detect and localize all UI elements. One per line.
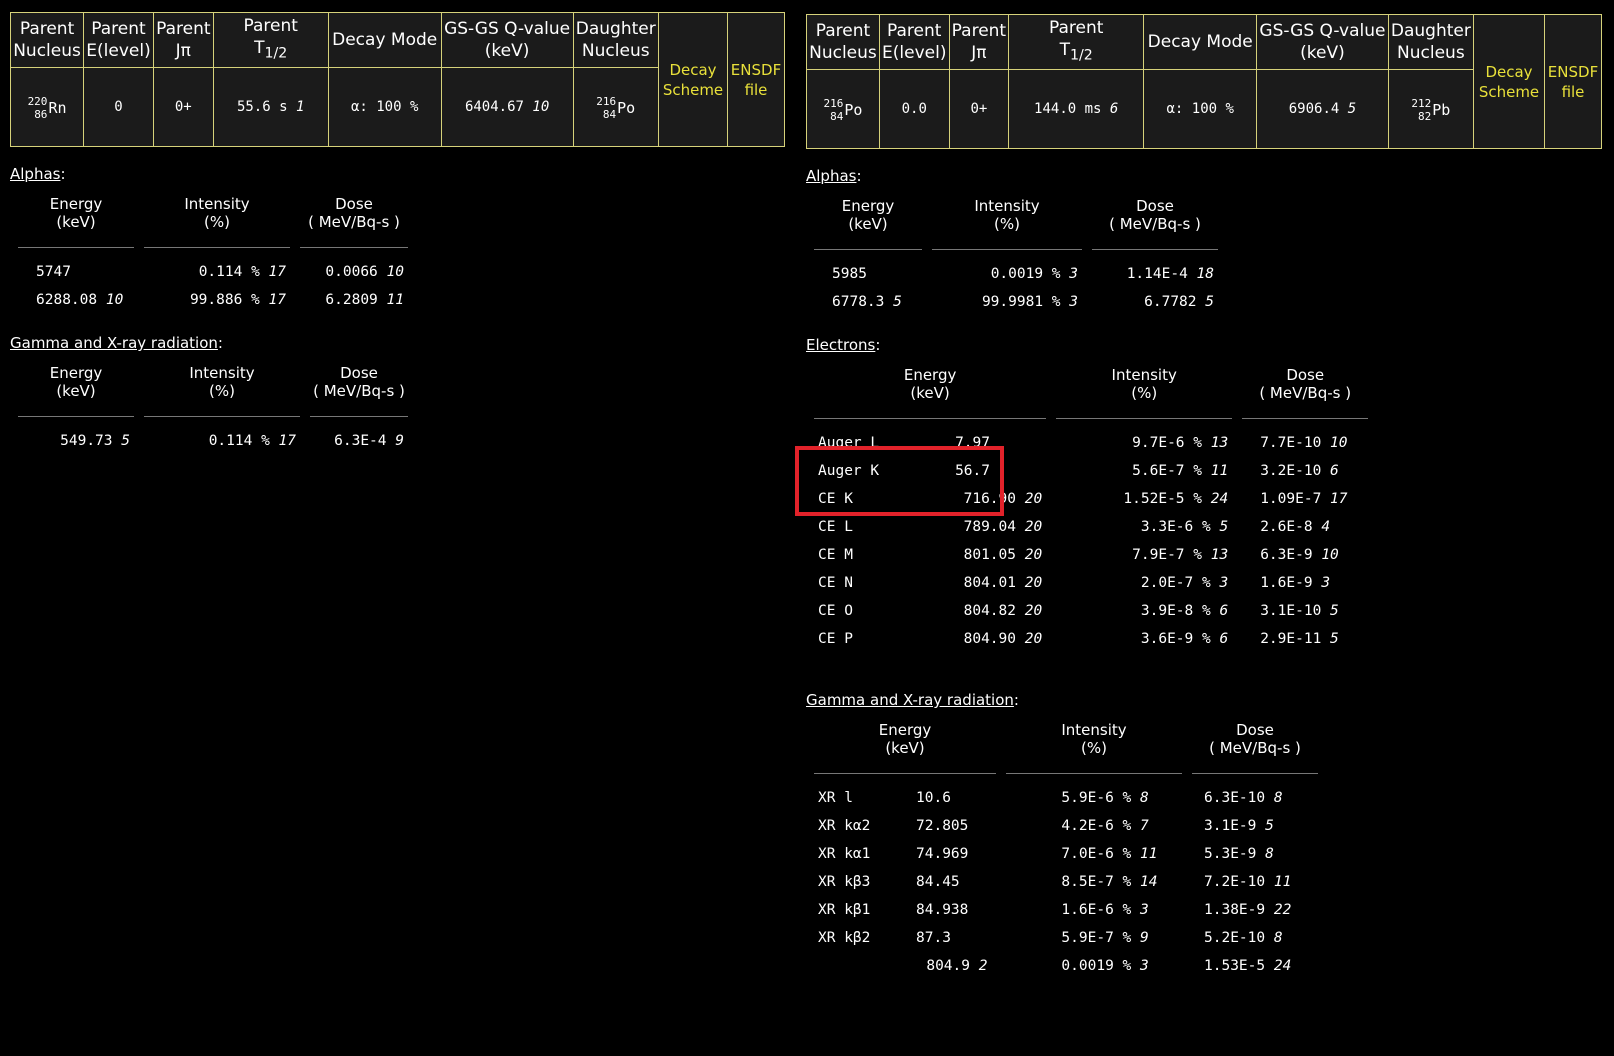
parent-t12-value: 55.6 s 1 [212, 67, 329, 147]
col-intensity: Intensity (%) [144, 352, 300, 417]
table-row: CE O 804.82 20 3.9E-8 % 6 3.1E-10 5 [818, 603, 1339, 619]
col-intensity: Intensity (%) [1056, 354, 1233, 419]
alphas-table: Energy (keV) Intensity (%) Dose( MeV/Bq-s … [804, 185, 1228, 316]
table-row: 6778.3 5 99.9981 % 3 6.7782 5 [832, 294, 1214, 310]
table-row: 549.73 5 0.114 % 17 6.3E-4 9 [60, 433, 404, 449]
table-row: CE K 716.90 20 1.52E-5 % 24 1.09E-7 17 [818, 491, 1348, 507]
col-intensity: Intensity (%) [1006, 709, 1182, 774]
hdr-daughter: Daughter Nucleus [1387, 14, 1475, 70]
col-dose: Dose( MeV/Bq-s ) [300, 183, 408, 248]
parent-t12-value: 144.0 ms 6 [1008, 69, 1145, 149]
gamma-table: Energy (keV) Intensity (%) Dose( MeV/Bq-s … [8, 352, 418, 455]
hdr-parent-nucleus: Parent Nucleus [9, 12, 85, 68]
hdr-parent-t12: Parent T1/2 [212, 12, 329, 68]
parent-elevel-value: 0.0 [878, 69, 950, 149]
decay-scheme-link[interactable]: Decay Scheme [658, 12, 728, 147]
alphas-table: Energy (keV) Intensity (%) Dose( MeV/Bq-s … [8, 183, 418, 314]
parent-nucleus-value: 220 86 Rn [9, 67, 85, 147]
col-energy: Energy (keV) [18, 183, 134, 248]
col-energy: Energy (keV) [18, 352, 134, 417]
table-row: 804.9 2 0.0019 % 3 1.53E-5 24 [926, 958, 1292, 974]
col-intensity: Intensity (%) [932, 185, 1082, 250]
col-energy: Energy (keV) [814, 185, 922, 250]
table-row: XR kβ3 84.45 8.5E-7 % 14 7.2E-10 11 [818, 874, 1292, 890]
table-row: XR kβ2 87.3 5.9E-7 % 9 5.2E-10 8 [818, 930, 1283, 946]
table-row: XR kα1 74.969 7.0E-6 % 11 5.3E-9 8 [818, 846, 1274, 862]
daughter-nucleus-value: 212 82 Pb [1387, 69, 1475, 149]
parent-elevel-value: 0 [83, 67, 154, 147]
hdr-parent-jpi: Parent Jπ [152, 12, 214, 68]
table-row: CE P 804.90 20 3.6E-9 % 6 2.9E-11 5 [818, 631, 1339, 647]
table-row: 5985 0.0019 % 3 1.14E-4 18 [832, 266, 1214, 282]
hdr-qvalue: GS-GS Q-value (keV) [440, 12, 574, 68]
decay-mode-value: α: 100 % [327, 67, 442, 147]
qvalue-value: 6906.4 5 [1256, 69, 1389, 149]
col-energy: Energy (keV) [814, 354, 1047, 419]
col-dose: Dose( MeV/Bq-s ) [1242, 354, 1369, 419]
table-row: XR l 10.6 5.9E-6 % 8 6.3E-10 8 [818, 790, 1283, 806]
table-row: Auger L 7.97 9.7E-6 % 13 7.7E-10 10 [818, 435, 1348, 451]
table-row: CE M 801.05 20 7.9E-7 % 13 6.3E-9 10 [818, 547, 1339, 563]
hdr-parent-elevel: Parent E(level) [83, 12, 154, 68]
col-intensity: Intensity (%) [144, 183, 290, 248]
qvalue-value: 6404.67 10 [440, 67, 574, 147]
ensdf-file-link[interactable]: ENSDF file [727, 12, 785, 147]
col-dose: Dose( MeV/Bq-s ) [1092, 185, 1218, 250]
hdr-parent-nucleus: Parent Nucleus [806, 14, 880, 70]
gamma-section-title[interactable]: Gamma and X-ray radiation: [10, 334, 785, 352]
table-row: CE L 789.04 20 3.3E-6 % 5 2.6E-8 4 [818, 519, 1331, 535]
decay-scheme-link[interactable]: Decay Scheme [1473, 14, 1545, 149]
gamma-section-title[interactable]: Gamma and X-ray radiation: [806, 691, 1602, 709]
hdr-parent-t12: Parent T1/2 [1008, 14, 1145, 70]
gamma-table: Energy (keV) Intensity (%) Dose( MeV/Bq-s … [804, 709, 1328, 980]
hdr-decay-mode: Decay Mode [1143, 14, 1258, 70]
ensdf-file-link[interactable]: ENSDF file [1544, 14, 1602, 149]
col-dose: Dose( MeV/Bq-s ) [1192, 709, 1318, 774]
table-row: 6288.08 10 99.886 % 17 6.2809 11 [36, 292, 404, 308]
hdr-parent-jpi: Parent Jπ [948, 14, 1010, 70]
table-row: CE N 804.01 20 2.0E-7 % 3 1.6E-9 3 [818, 575, 1331, 591]
alphas-section-title[interactable]: Alphas: [806, 167, 1602, 185]
parent-jpi-value: 0+ [152, 67, 214, 147]
decay-mode-value: α: 100 % [1143, 69, 1258, 149]
table-row: 5747 0.114 % 17 0.0066 10 [36, 264, 404, 280]
daughter-nucleus-value: 216 84 Po [572, 67, 660, 147]
decay-header-table: Parent Nucleus Parent E(level) Parent Jπ Pa… [9, 12, 785, 147]
hdr-daughter: Daughter Nucleus [572, 12, 660, 68]
table-row: XR kβ1 84.938 1.6E-6 % 3 1.38E-9 22 [818, 902, 1292, 918]
electrons-table: Energy (keV) Intensity (%) Dose( MeV/Bq-s … [804, 354, 1378, 653]
right-decay-panel: Parent Nucleus Parent E(level) Parent Jπ Pa… [806, 14, 1602, 980]
table-row: XR kα2 72.805 4.2E-6 % 7 3.1E-9 5 [818, 818, 1274, 834]
decay-header-table: Parent Nucleus Parent E(level) Parent Jπ Pa… [806, 14, 1602, 149]
table-row: Auger K 56.7 5.6E-7 % 11 3.2E-10 6 [818, 463, 1339, 479]
col-dose: Dose( MeV/Bq-s ) [310, 352, 408, 417]
hdr-parent-elevel: Parent E(level) [878, 14, 950, 70]
hdr-decay-mode: Decay Mode [327, 12, 442, 68]
left-decay-panel: Parent Nucleus Parent E(level) Parent Jπ Pa… [8, 12, 785, 455]
parent-jpi-value: 0+ [948, 69, 1010, 149]
alphas-section-title[interactable]: Alphas: [10, 165, 785, 183]
electrons-section-title[interactable]: Electrons: [806, 336, 1602, 354]
hdr-qvalue: GS-GS Q-value (keV) [1256, 14, 1389, 70]
col-energy: Energy (keV) [814, 709, 996, 774]
parent-nucleus-value: 216 84 Po [806, 69, 880, 149]
